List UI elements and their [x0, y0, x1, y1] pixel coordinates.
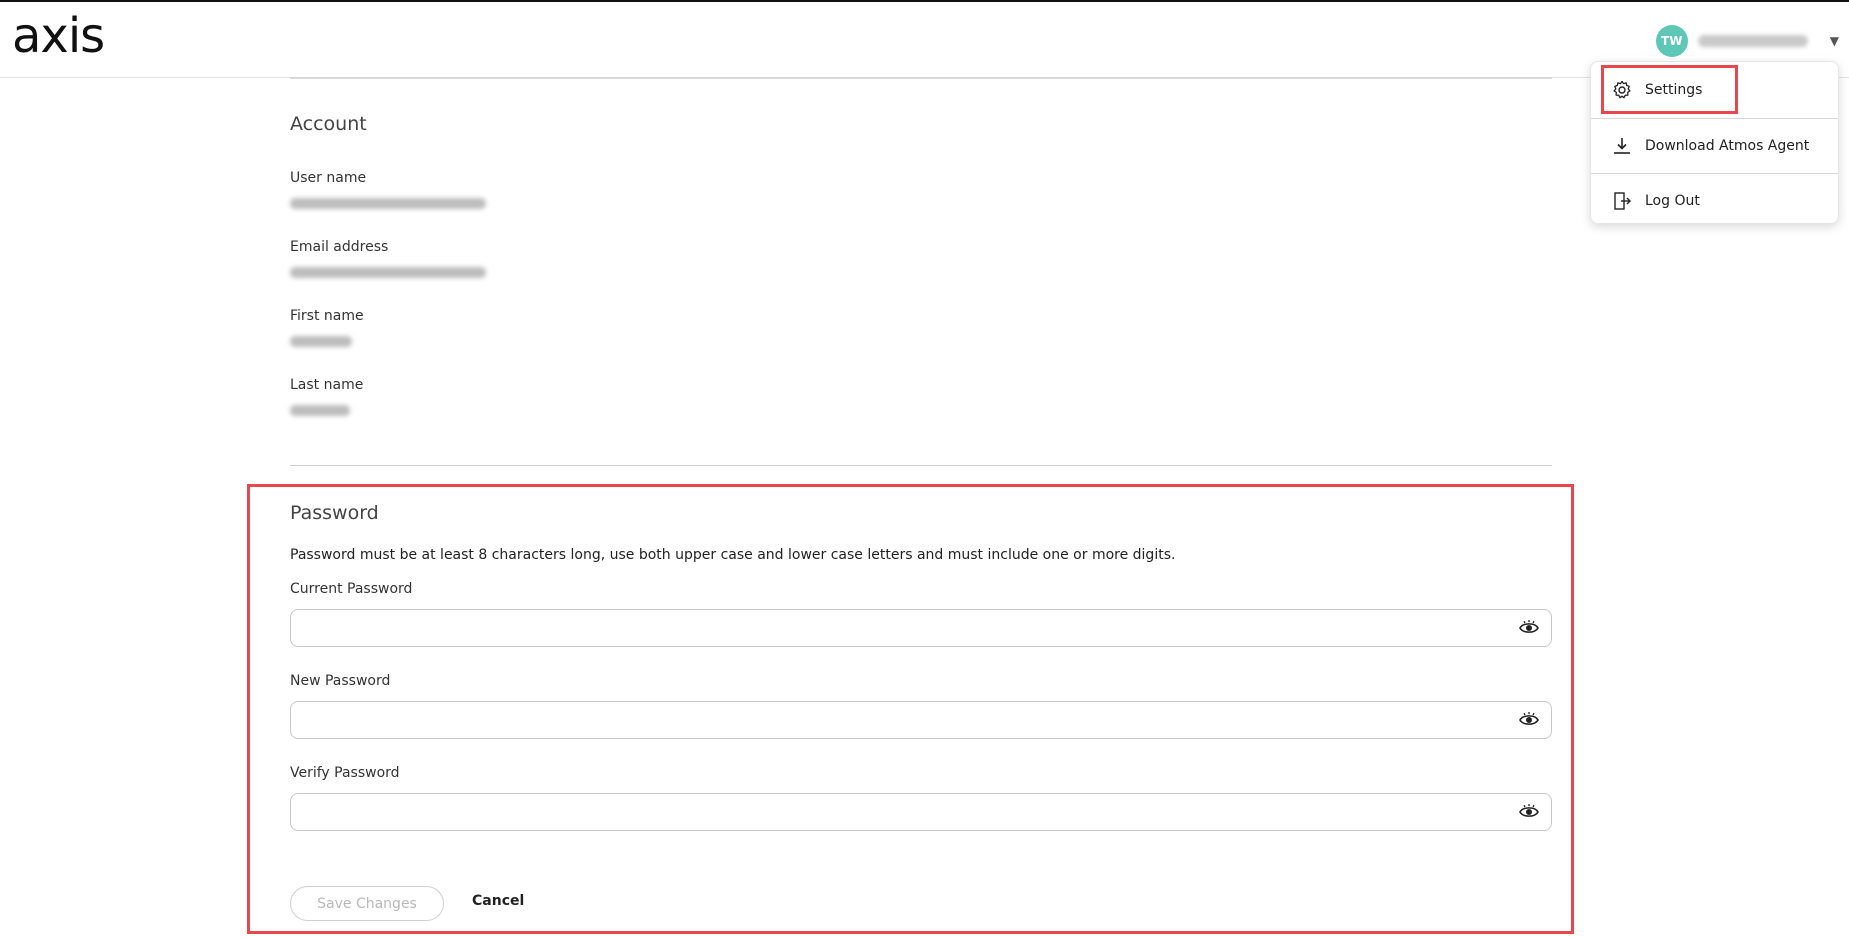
menu-item-logout[interactable]: Log Out: [1591, 174, 1838, 228]
axis-logo[interactable]: axis: [12, 12, 105, 60]
password-requirements: Password must be at least 8 characters l…: [290, 547, 1176, 563]
current-password-label: Current Password: [290, 581, 413, 597]
email-label: Email address: [290, 239, 389, 255]
verify-password-label: Verify Password: [290, 765, 400, 781]
new-password-field[interactable]: [290, 701, 1552, 739]
menu-item-label: Log Out: [1645, 193, 1700, 209]
new-password-label: New Password: [290, 673, 391, 689]
password-title: Password: [290, 502, 379, 524]
current-password-input[interactable]: [301, 610, 1505, 646]
section-divider: [290, 465, 1552, 466]
logout-icon: [1611, 190, 1633, 212]
save-changes-button[interactable]: Save Changes: [290, 886, 444, 921]
menu-item-download-agent[interactable]: Download Atmos Agent: [1591, 119, 1838, 173]
email-value-blurred: [290, 267, 486, 278]
first-name-value-blurred: [290, 336, 352, 347]
avatar[interactable]: TW: [1655, 25, 1688, 57]
current-password-field[interactable]: [290, 609, 1552, 647]
settings-highlight: [1601, 65, 1738, 114]
chevron-down-icon[interactable]: ▼: [1830, 34, 1839, 48]
last-name-label: Last name: [290, 377, 364, 393]
username-value-blurred: [290, 198, 486, 209]
last-name-value-blurred: [290, 405, 350, 416]
first-name-label: First name: [290, 308, 364, 324]
eye-icon[interactable]: [1519, 619, 1539, 637]
new-password-input[interactable]: [301, 702, 1505, 738]
verify-password-field[interactable]: [290, 793, 1552, 831]
download-icon: [1611, 135, 1633, 157]
username-label: User name: [290, 170, 367, 186]
cancel-button[interactable]: Cancel: [472, 893, 524, 909]
user-menu-toggle[interactable]: TW ▼: [1655, 24, 1839, 58]
section-divider: [290, 77, 1552, 79]
account-title: Account: [290, 113, 367, 135]
user-display-name-blurred: [1697, 35, 1808, 47]
verify-password-input[interactable]: [301, 794, 1505, 830]
header-bar: axis TW ▼: [0, 2, 1849, 78]
eye-icon[interactable]: [1519, 711, 1539, 729]
menu-item-label: Download Atmos Agent: [1645, 138, 1810, 154]
eye-icon[interactable]: [1519, 803, 1539, 821]
